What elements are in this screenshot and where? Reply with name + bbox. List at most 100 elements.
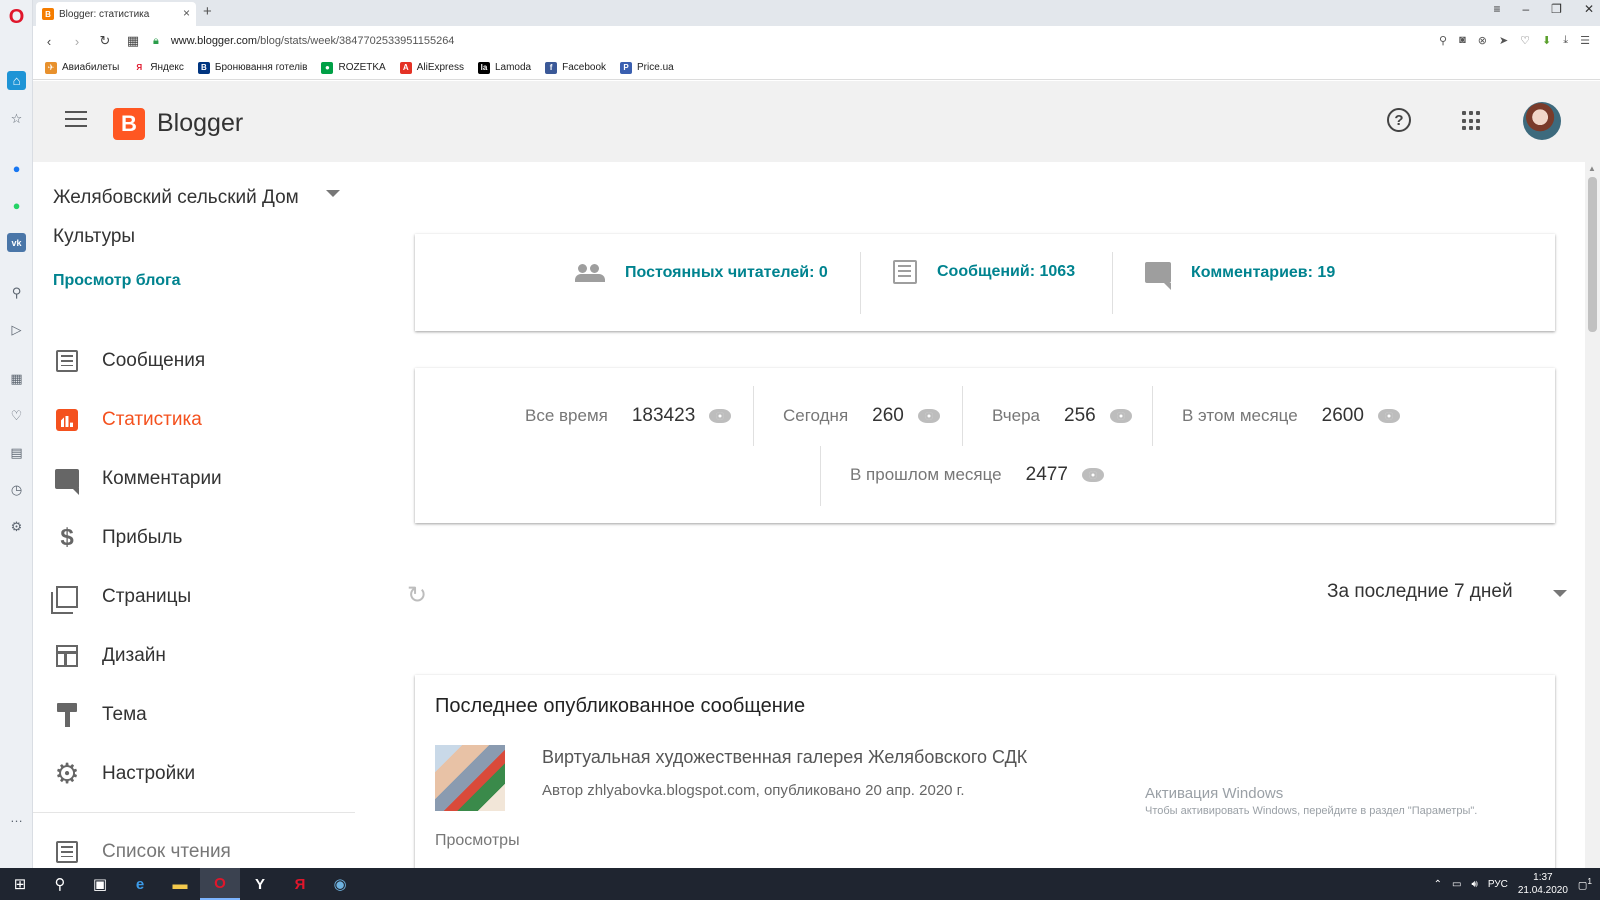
search-icon[interactable]: ⚲ [40,868,80,900]
views-all-time: Все время 183423 [525,405,732,427]
download-icon[interactable]: ⤓ [1563,34,1568,47]
scroll-up-icon[interactable]: ▲ [1588,164,1596,173]
bookmark-item[interactable]: la Lamoda [477,61,531,74]
help-icon[interactable]: ? [1387,108,1411,132]
speed-dial-icon[interactable]: ⌂ [7,71,26,90]
browser-tab[interactable]: B Blogger: статистика × [36,2,196,26]
adblock-icon[interactable]: ⊗ [1478,34,1487,47]
bookmark-item[interactable]: f Facebook [545,61,606,74]
nav-item-reading-list[interactable]: Список чтения [53,837,231,867]
extension-icon[interactable]: ⬇ [1542,34,1551,47]
send-page-icon[interactable]: ➤ [1499,34,1508,47]
post-thumbnail[interactable] [435,745,505,811]
apps-grid-icon[interactable] [1462,111,1482,131]
forward-icon[interactable]: › [65,34,89,49]
nav-item-posts[interactable]: Сообщения [53,346,205,376]
views-yesterday: Вчера 256 [992,405,1132,427]
scroll-thumb[interactable] [1588,177,1597,332]
bookmark-item[interactable]: ● ROZETKA [321,61,386,74]
view-value: 2477 [1025,464,1068,485]
nav-item-label: Прибыль [102,527,183,548]
network-icon[interactable]: ▭ [1452,879,1461,890]
nav-item-pages[interactable]: Страницы [51,582,191,614]
app-title[interactable]: Blogger [157,109,243,138]
blogger-logo-icon[interactable]: B [113,108,145,140]
bookmark-item[interactable]: ✈ Авиабилеты [45,61,119,74]
new-tab-icon[interactable]: + [203,3,212,20]
back-icon[interactable]: ‹ [37,34,61,49]
blog-dropdown-icon[interactable] [326,190,340,197]
close-window-icon[interactable]: ✕ [1584,2,1594,16]
avatar[interactable] [1523,102,1561,140]
nav-item-theme[interactable]: Тема [53,700,147,730]
views-label: Просмотры [435,832,520,849]
refresh-icon[interactable]: ↻ [407,581,427,610]
yandex-browser-icon[interactable]: Y [240,868,280,900]
browser-app-icon[interactable]: ◉ [320,868,360,900]
blog-name[interactable]: Желябовский сельский Дом Культуры [53,178,328,256]
heart-icon[interactable]: ♡ [7,406,26,425]
post-title[interactable]: Виртуальная художественная галерея Желяб… [542,747,1027,768]
lock-icon[interactable]: 🔒︎ [153,35,159,48]
minimize-icon[interactable]: – [1522,2,1529,16]
tray-chevron-icon[interactable]: ⌃ [1434,879,1442,890]
search-icon[interactable]: ⚲ [7,283,26,302]
bookmark-item[interactable]: P Price.ua [620,61,674,74]
news-icon[interactable]: ▤ [7,443,26,462]
view-label: В прошлом месяце [850,465,1002,484]
nav-item-layout[interactable]: Дизайн [53,641,166,671]
divider [820,446,821,506]
language-indicator[interactable]: РУС [1488,879,1508,890]
volume-icon[interactable]: 🔊︎ [1472,879,1478,890]
task-view-icon[interactable]: ▣ [80,868,120,900]
easy-setup-icon[interactable]: ☰ [1580,34,1590,47]
period-select[interactable]: За последние 7 дней [1327,581,1513,603]
edge-icon[interactable]: e [120,868,160,900]
opera-logo-icon[interactable]: O [7,6,26,28]
opera-taskbar-icon[interactable]: O [200,868,240,900]
bookmark-item[interactable]: B Бронювання готелів [197,61,307,74]
send-icon[interactable]: ▷ [7,320,26,339]
nav-item-comments[interactable]: Комментарии [53,464,222,495]
views-today: Сегодня 260 [783,405,940,427]
zoom-icon[interactable]: ⚲ [1439,34,1447,47]
notifications-icon[interactable]: ▢1 [1578,876,1592,891]
more-icon[interactable]: … [7,808,26,827]
posts-link[interactable]: Сообщений: 1063 [893,260,1075,284]
yandex-icon[interactable]: Я [280,868,320,900]
speed-dial-grid-icon[interactable]: ▦ [121,33,145,49]
reload-icon[interactable]: ↻ [93,33,117,49]
bookmark-item[interactable]: Я Яндекс [133,61,184,74]
close-tab-icon[interactable]: × [183,6,190,20]
gear-icon[interactable]: ⚙ [7,517,26,536]
heart-bookmark-icon[interactable]: ♡ [1520,34,1530,47]
comment-count-icon [1145,262,1171,290]
comments-link[interactable]: Комментариев: 19 [1145,262,1335,290]
pageviews-card: Все время 183423 Сегодня 260 Вчера 256 В… [415,368,1555,523]
period-dropdown-icon[interactable] [1553,590,1567,597]
tab-menu-icon[interactable]: ≡ [1493,2,1500,16]
view-value: 183423 [631,405,696,426]
nav-item-settings[interactable]: ⚙ Настройки [53,759,195,789]
menu-icon[interactable] [65,111,87,132]
nav-item-earnings[interactable]: $ Прибыль [53,523,182,553]
snapshot-icon[interactable]: ◙ [1459,34,1466,47]
followers-link[interactable]: Постоянных читателей: 0 [575,264,828,282]
tabs-grid-icon[interactable]: ▦ [7,369,26,388]
url-field[interactable]: www.blogger.com/blog/stats/week/38477025… [171,35,455,47]
nav-item-label: Статистика [102,409,202,430]
view-blog-link[interactable]: Просмотр блога [53,272,181,290]
file-explorer-icon[interactable]: ▬ [160,868,200,900]
whatsapp-icon[interactable]: ● [7,196,26,215]
bookmarks-icon[interactable]: ☆ [7,109,26,128]
page-scrollbar[interactable]: ▲ [1585,162,1600,868]
bookmark-item[interactable]: A AliExpress [399,61,464,74]
clock[interactable]: 1:37 21.04.2020 [1518,871,1568,897]
vk-icon[interactable]: vk [7,233,26,252]
nav-item-stats[interactable]: Статистика [53,405,202,435]
messenger-icon[interactable]: ● [7,159,26,178]
windows-start-icon[interactable]: ⊞ [0,868,40,900]
tab-title: Blogger: статистика [59,8,150,20]
restore-icon[interactable]: ❐ [1551,2,1562,16]
history-icon[interactable]: ◷ [7,480,26,499]
